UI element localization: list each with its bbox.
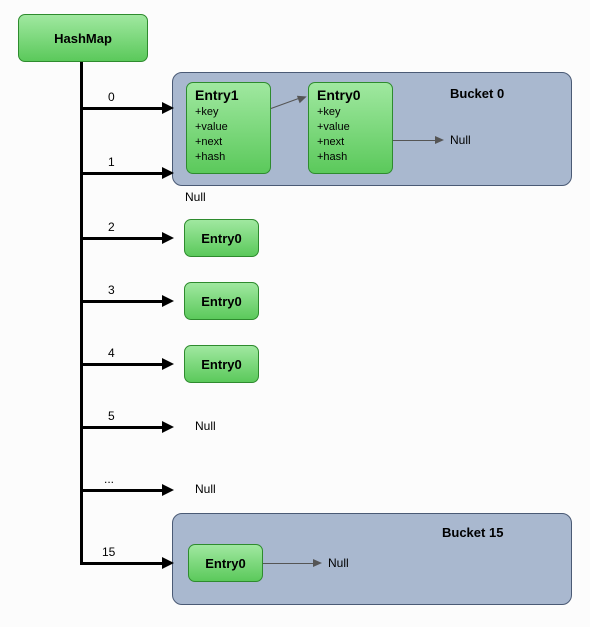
branch-4: [80, 363, 162, 366]
branch-5: [80, 426, 162, 429]
arrow-0: [162, 102, 174, 114]
link-entry0-to-null: [393, 140, 435, 141]
arrow-3: [162, 295, 174, 307]
arrow-1: [162, 167, 174, 179]
bucket-15-label: Bucket 15: [442, 525, 503, 540]
hashmap-root: HashMap: [18, 14, 148, 62]
entry1-field-next: +next: [195, 135, 262, 150]
bucket0-entry1: Entry1 +key +value +next +hash: [186, 82, 271, 174]
entry1-field-hash: +hash: [195, 150, 262, 165]
entry1-field-key: +key: [195, 105, 262, 120]
entry0-field-hash: +hash: [317, 150, 384, 165]
null-dots: Null: [195, 482, 216, 496]
bucket0-null: Null: [450, 133, 471, 147]
branch-0: [80, 107, 162, 110]
branch-dots: [80, 489, 162, 492]
index-0: 0: [108, 90, 115, 104]
branch-3: [80, 300, 162, 303]
entry-2: Entry0: [184, 219, 259, 257]
index-3: 3: [108, 283, 115, 297]
entry0-field-key: +key: [317, 105, 384, 120]
bucket0-entry0: Entry0 +key +value +next +hash: [308, 82, 393, 174]
arrow-5: [162, 421, 174, 433]
entry0-title: Entry0: [317, 87, 384, 103]
entry0-field-next: +next: [317, 135, 384, 150]
branch-2: [80, 237, 162, 240]
entry-15: Entry0: [188, 544, 263, 582]
null-1: Null: [185, 190, 206, 204]
link-b15-entry-to-null-head: [313, 559, 322, 567]
branch-1: [80, 172, 162, 175]
branch-15: [80, 562, 162, 565]
entry1-title: Entry1: [195, 87, 262, 103]
index-5: 5: [108, 409, 115, 423]
entry0-field-value: +value: [317, 120, 384, 135]
index-4: 4: [108, 346, 115, 360]
index-15: 15: [102, 545, 115, 559]
index-2: 2: [108, 220, 115, 234]
link-b15-entry-to-null: [263, 563, 313, 564]
bucket-0-label: Bucket 0: [450, 86, 504, 101]
link-entry0-to-null-head: [435, 136, 444, 144]
index-dots: ...: [104, 472, 114, 486]
entry-3: Entry0: [184, 282, 259, 320]
entry1-field-value: +value: [195, 120, 262, 135]
arrow-dots: [162, 484, 174, 496]
bucket15-null: Null: [328, 556, 349, 570]
index-1: 1: [108, 155, 115, 169]
trunk-line: [80, 62, 83, 563]
arrow-4: [162, 358, 174, 370]
arrow-15: [162, 557, 174, 569]
entry-4: Entry0: [184, 345, 259, 383]
arrow-2: [162, 232, 174, 244]
null-5: Null: [195, 419, 216, 433]
